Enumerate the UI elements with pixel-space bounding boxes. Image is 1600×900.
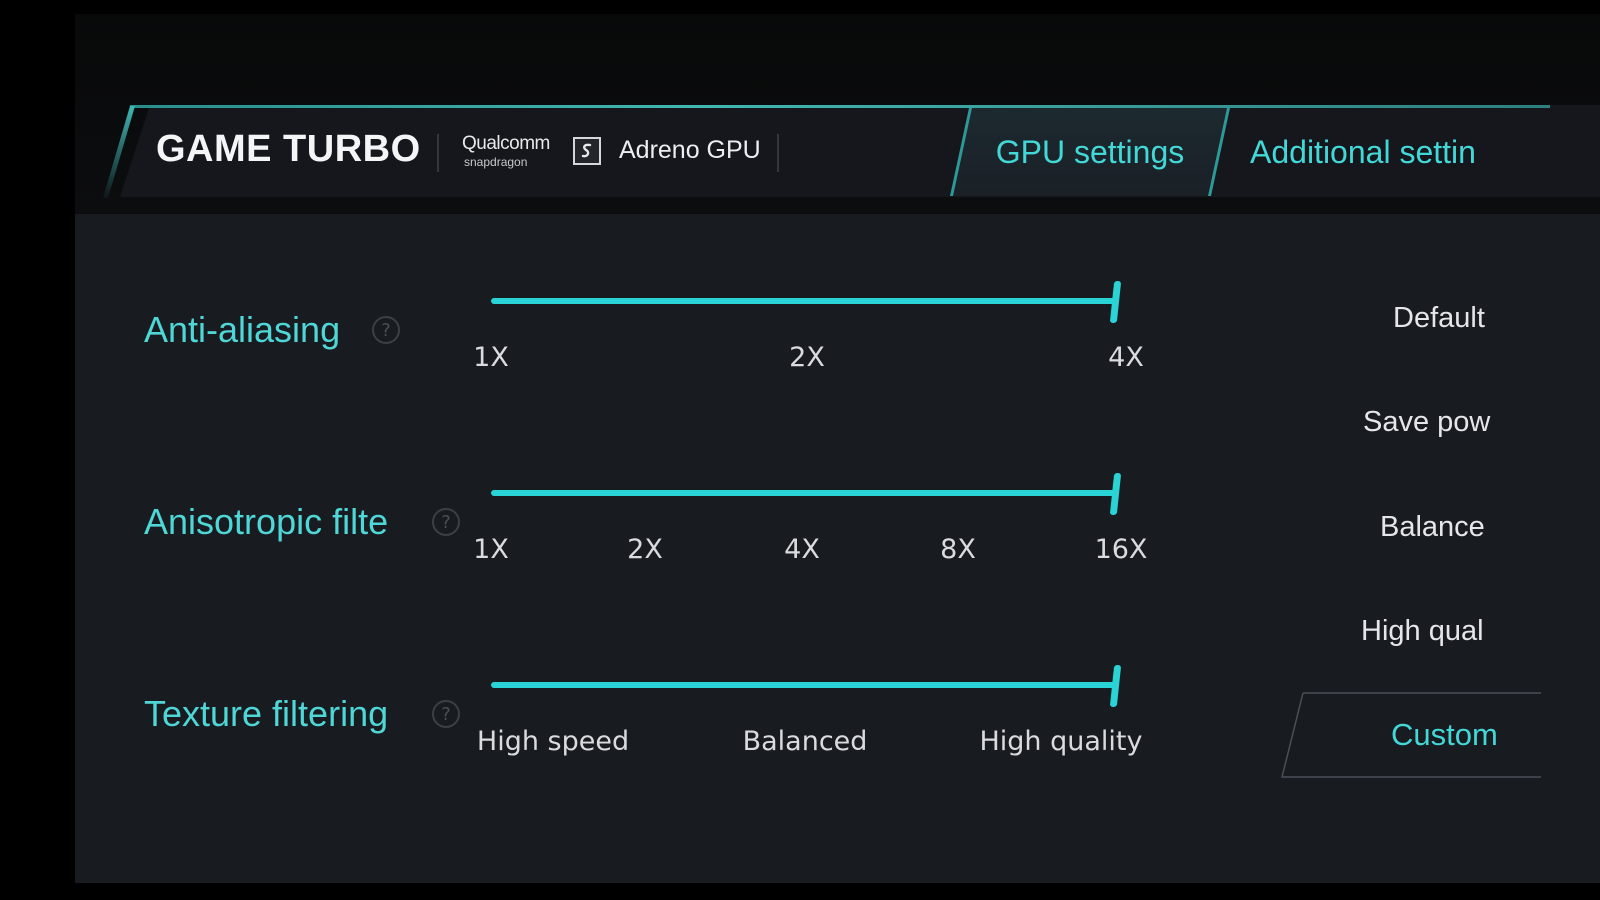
help-icon[interactable]: ? xyxy=(432,700,460,728)
preset-custom-label[interactable]: Custom xyxy=(1391,717,1498,753)
anti-aliasing-label: Anti-aliasing xyxy=(144,309,341,350)
preset-high-quality[interactable]: High qual xyxy=(1361,615,1484,648)
help-icon[interactable]: ? xyxy=(432,508,460,536)
slider-tick-label: 16X xyxy=(1094,534,1148,565)
snapdragon-icon xyxy=(573,137,601,165)
texture-filtering-label: Texture filtering xyxy=(144,693,389,734)
preset-default[interactable]: Default xyxy=(1393,302,1485,335)
texture-filtering-slider-track[interactable] xyxy=(491,682,1117,688)
slider-tick-label: 2X xyxy=(789,342,825,373)
preset-balanced[interactable]: Balance xyxy=(1380,511,1485,544)
slider-tick-label: 2X xyxy=(627,534,663,565)
preset-save-power[interactable]: Save pow xyxy=(1363,406,1490,439)
anti-aliasing-slider-track[interactable] xyxy=(491,298,1117,304)
slider-tick-label: 1X xyxy=(473,342,509,373)
slider-tick-label: 4X xyxy=(784,534,820,565)
slider-tick-label: High speed xyxy=(476,726,630,757)
slider-tick-label: High quality xyxy=(979,726,1143,757)
slider-tick-label: 8X xyxy=(940,534,976,565)
help-icon[interactable]: ? xyxy=(372,316,400,344)
qualcomm-logo-text: Qualcomm xyxy=(462,133,550,154)
anisotropic-filtering-label: Anisotropic filte xyxy=(144,501,389,542)
snapdragon-logo-text: snapdragon xyxy=(464,155,528,169)
header-divider xyxy=(437,134,439,172)
anisotropic-slider-track[interactable] xyxy=(491,490,1117,496)
slider-tick-label: 4X xyxy=(1108,342,1144,373)
slider-tick-label: 1X xyxy=(473,534,509,565)
gpu-name: Adreno GPU xyxy=(619,136,761,164)
tab-gpu-settings[interactable]: GPU settings xyxy=(950,108,1230,196)
app-title: GAME TURBO xyxy=(156,128,421,170)
header-divider xyxy=(777,134,779,172)
slider-tick-label: Balanced xyxy=(742,726,868,757)
tab-additional-settings[interactable]: Additional settin xyxy=(1250,108,1476,196)
